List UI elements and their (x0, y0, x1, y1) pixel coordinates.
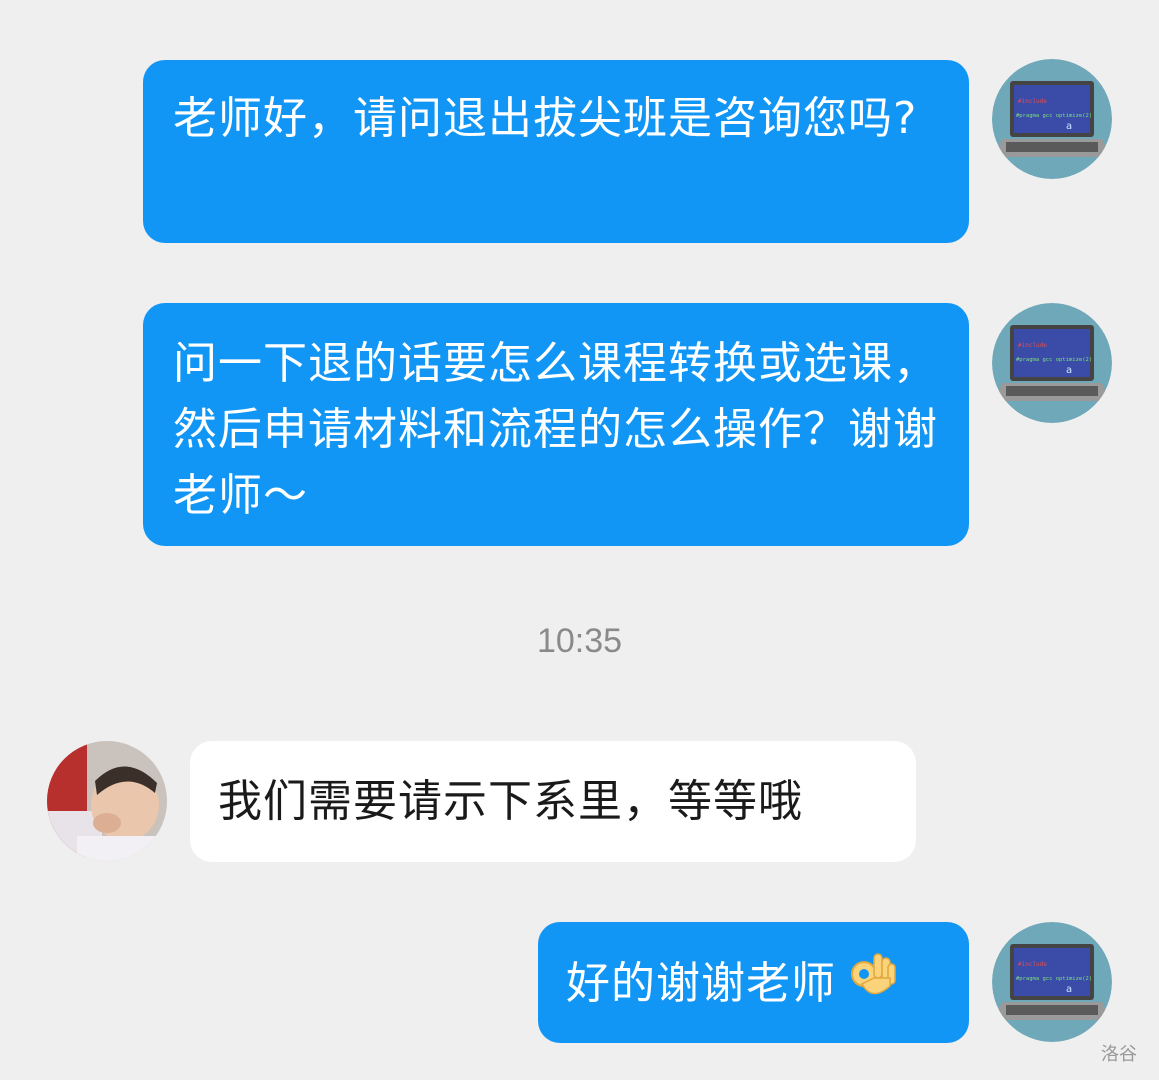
baby-photo-avatar-icon (47, 741, 167, 861)
message-text: 老师好，请问退出拔尖班是咨询您吗? (173, 93, 918, 144)
laptop-avatar-icon: #include #pragma gcc optimize(2) a (992, 59, 1112, 179)
message-text: 我们需要请示下系里，等等哦 (218, 776, 803, 827)
svg-text:#include: #include (1018, 342, 1047, 349)
laptop-screen-text: #pragma gcc optimize(2) (1016, 976, 1092, 982)
laptop-screen-key: a (1066, 365, 1072, 376)
self-avatar[interactable]: #include #pragma gcc optimize(2) a (992, 59, 1112, 179)
svg-text:#include: #include (1018, 98, 1047, 105)
message-bubble-incoming[interactable]: 我们需要请示下系里，等等哦 (190, 741, 916, 862)
message-text: 好的谢谢老师 (566, 958, 836, 1009)
watermark: 洛谷 (1101, 1044, 1137, 1065)
message-bubble-outgoing[interactable]: 好的谢谢老师 (538, 922, 969, 1043)
self-avatar[interactable]: #include #pragma gcc optimize(2) a (992, 922, 1112, 1042)
laptop-screen-text: #pragma gcc optimize(2) (1016, 357, 1092, 363)
self-avatar[interactable]: #include #pragma gcc optimize(2) a (992, 303, 1112, 423)
other-avatar[interactable] (47, 741, 167, 861)
laptop-screen-key: a (1066, 121, 1072, 132)
laptop-screen-key: a (1066, 984, 1072, 995)
message-bubble-outgoing[interactable]: 问一下退的话要怎么课程转换或选课，然后申请材料和流程的怎么操作？谢谢老师～ (143, 303, 969, 546)
laptop-screen-text: #pragma gcc optimize(2) (1016, 113, 1092, 119)
svg-text:#include: #include (1018, 961, 1047, 968)
laptop-avatar-icon: #include #pragma gcc optimize(2) a (992, 922, 1112, 1042)
message-text: 问一下退的话要怎么课程转换或选课，然后申请材料和流程的怎么操作？谢谢老师～ (173, 338, 938, 521)
ok-hand-emoji (851, 953, 896, 995)
laptop-avatar-icon: #include #pragma gcc optimize(2) a (992, 303, 1112, 423)
message-bubble-outgoing[interactable]: 老师好，请问退出拔尖班是咨询您吗? (143, 60, 969, 243)
message-timestamp: 10:35 (536, 622, 623, 660)
